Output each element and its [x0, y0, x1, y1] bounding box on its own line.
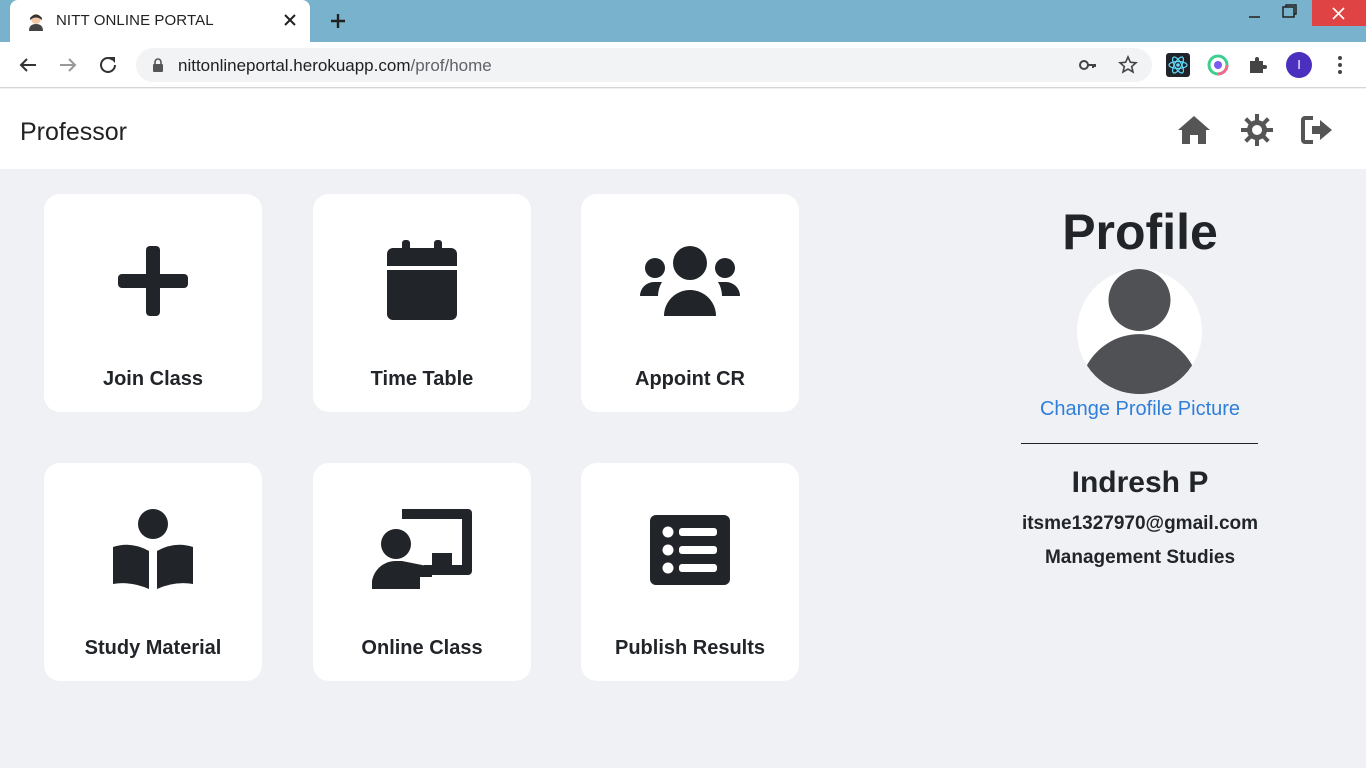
forward-icon[interactable] [56, 53, 80, 77]
url-text: nittonlineportal.herokuapp.com/prof/home [178, 56, 492, 76]
online-class-card[interactable]: Online Class [313, 463, 531, 681]
reload-icon[interactable] [96, 53, 120, 77]
time-table-card[interactable]: Time Table [313, 194, 531, 412]
student-favicon-icon [29, 14, 43, 31]
card-label: Publish Results [614, 637, 766, 659]
browser-profile-avatar[interactable]: I [1286, 52, 1312, 78]
profile-name: Indresh P [1071, 466, 1209, 499]
profile-email: itsme1327970@gmail.com [1021, 513, 1259, 534]
minimize-icon[interactable] [1231, 0, 1277, 26]
url-host: nittonlineportal.herokuapp.com [178, 56, 411, 75]
card-label: Join Class [102, 368, 204, 390]
study-material-card[interactable]: Study Material [44, 463, 262, 681]
url-input[interactable]: nittonlineportal.herokuapp.com/prof/home [136, 48, 1152, 82]
avatar [1077, 269, 1202, 394]
bookmark-star-icon[interactable] [1118, 55, 1138, 75]
users-icon [640, 246, 740, 316]
logout-icon[interactable] [1300, 113, 1334, 147]
key-icon[interactable] [1078, 55, 1098, 75]
browser-tab-bar: NITT ONLINE PORTAL [0, 0, 1366, 42]
extensions-puzzle-icon[interactable] [1246, 53, 1270, 77]
user-avatar-icon [1082, 269, 1197, 394]
list-icon [650, 515, 730, 585]
card-label: Study Material [84, 637, 222, 659]
profile-title: Profile [1062, 204, 1218, 260]
color-picker-extension-icon[interactable] [1206, 53, 1230, 77]
book-reader-icon [113, 509, 193, 589]
card-label: Online Class [361, 637, 483, 659]
home-icon[interactable] [1177, 113, 1211, 147]
card-label: Time Table [370, 368, 474, 390]
calendar-icon [387, 240, 457, 320]
tab-title: NITT ONLINE PORTAL [56, 12, 214, 29]
lock-icon[interactable] [150, 57, 166, 73]
browser-tab[interactable]: NITT ONLINE PORTAL [10, 0, 310, 42]
back-icon[interactable] [16, 53, 40, 77]
new-tab-icon[interactable] [326, 9, 350, 33]
app-header: Professor [0, 89, 1366, 169]
window-close-icon[interactable] [1312, 0, 1366, 26]
card-label: Appoint CR [635, 368, 745, 390]
address-bar: nittonlineportal.herokuapp.com/prof/home… [0, 42, 1366, 88]
url-path: /prof/home [410, 56, 492, 75]
profile-department: Management Studies [1044, 547, 1236, 568]
close-tab-icon[interactable] [280, 10, 300, 30]
change-profile-picture-link[interactable]: Change Profile Picture [1000, 398, 1280, 421]
plus-icon [118, 246, 188, 316]
join-class-card[interactable]: Join Class [44, 194, 262, 412]
divider [1021, 443, 1258, 444]
appoint-cr-card[interactable]: Appoint CR [581, 194, 799, 412]
chalkboard-teacher-icon [372, 509, 472, 589]
publish-results-card[interactable]: Publish Results [581, 463, 799, 681]
react-devtools-icon[interactable] [1166, 53, 1190, 77]
settings-gear-icon[interactable] [1240, 113, 1274, 147]
page-title: Professor [20, 118, 127, 146]
browser-menu-icon[interactable] [1328, 53, 1352, 77]
